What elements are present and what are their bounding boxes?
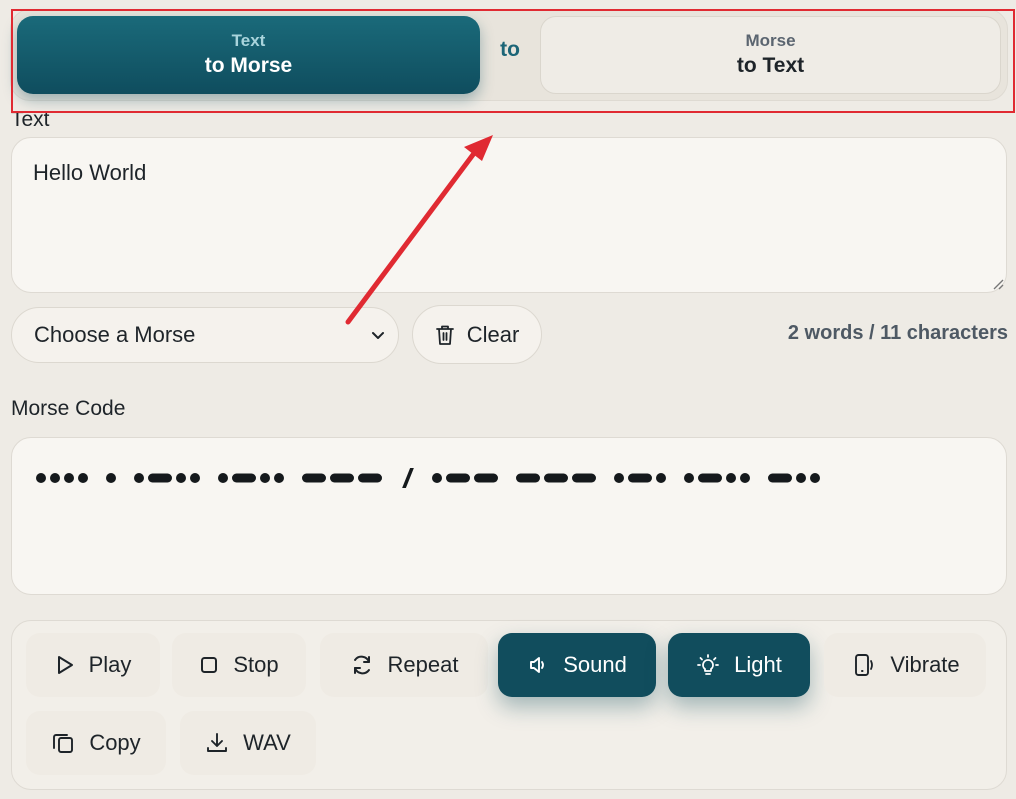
- morse-dash: [302, 473, 326, 483]
- vibrate-icon: [855, 654, 874, 676]
- chevron-down-icon: [372, 332, 384, 339]
- morse-dot: [36, 473, 46, 483]
- vibrate-toggle[interactable]: Vibrate: [824, 633, 986, 697]
- morse-dash: [516, 473, 540, 483]
- text-to-morse-big: to Morse: [204, 54, 293, 77]
- morse-dash: [358, 473, 382, 483]
- stop-icon: [201, 657, 218, 673]
- play-icon: [57, 656, 73, 674]
- mode-separator: to: [500, 38, 520, 61]
- sound-label: Sound: [563, 652, 627, 677]
- morse-to-text-small: Morse: [745, 31, 796, 50]
- morse-dash: [544, 473, 568, 483]
- morse-dot: [432, 473, 442, 483]
- wav-download-button[interactable]: WAV: [180, 711, 316, 775]
- morse-dash: [698, 473, 722, 483]
- morse-dot: [260, 473, 270, 483]
- morse-word-separator: [402, 468, 414, 488]
- text-input[interactable]: Hello World: [11, 137, 1007, 293]
- morse-dot: [50, 473, 60, 483]
- mode-switch: Text to Morse to Morse to Text: [10, 9, 1008, 101]
- repeat-button[interactable]: Repeat: [320, 633, 488, 697]
- morse-dash: [572, 473, 596, 483]
- text-label: Text: [11, 108, 50, 131]
- light-toggle[interactable]: Light: [668, 633, 810, 697]
- morse-dot: [190, 473, 200, 483]
- morse-dot: [656, 473, 666, 483]
- morse-dash: [768, 473, 792, 483]
- morse-dot: [64, 473, 74, 483]
- morse-output[interactable]: .... . .-.. .-.. --- / .-- --- .-. .-.. …: [11, 437, 1007, 595]
- wav-label: WAV: [243, 730, 291, 755]
- morse-dot: [218, 473, 228, 483]
- vibrate-label: Vibrate: [890, 652, 960, 677]
- morse-code-text: .... . .-.. .-.. --- / .-- --- .-. .-.. …: [34, 460, 47, 461]
- morse-dot: [740, 473, 750, 483]
- repeat-label: Repeat: [387, 652, 459, 677]
- morse-dot: [176, 473, 186, 483]
- morse-dot: [134, 473, 144, 483]
- text-to-morse-small: Text: [231, 31, 266, 50]
- morse-code-label: Morse Code: [11, 397, 126, 420]
- lightbulb-icon: [697, 654, 720, 675]
- clear-label: Clear: [466, 321, 520, 347]
- morse-dash: [148, 473, 172, 483]
- morse-dot: [78, 473, 88, 483]
- sound-toggle[interactable]: Sound: [498, 633, 656, 697]
- morse-dot: [726, 473, 736, 483]
- morse-dash: [474, 473, 498, 483]
- morse-dot: [274, 473, 284, 483]
- morse-code-glyphs: [36, 468, 820, 488]
- morse-type-select-value: Choose a Morse: [34, 322, 196, 347]
- morse-dot: [614, 473, 624, 483]
- resize-grip-icon[interactable]: [992, 278, 1004, 290]
- word-character-count: 2 words / 11 characters: [787, 322, 1008, 344]
- morse-dot: [106, 473, 116, 483]
- stop-button[interactable]: Stop: [172, 633, 306, 697]
- morse-dash: [628, 473, 652, 483]
- text-to-morse-button[interactable]: Text to Morse: [17, 16, 480, 94]
- morse-dot: [796, 473, 806, 483]
- repeat-icon: [353, 655, 370, 675]
- morse-to-text-button[interactable]: Morse to Text: [540, 16, 1001, 94]
- actions-panel: Play Stop Repeat Sound Light Vibrate Cop…: [11, 620, 1007, 790]
- stop-label: Stop: [233, 652, 279, 677]
- play-button[interactable]: Play: [26, 633, 160, 697]
- speaker-icon: [530, 657, 545, 673]
- download-icon: [207, 733, 228, 752]
- clear-button[interactable]: Clear: [412, 305, 542, 364]
- copy-label: Copy: [89, 730, 141, 755]
- light-label: Light: [734, 652, 782, 677]
- morse-dash: [446, 473, 470, 483]
- play-label: Play: [88, 652, 132, 677]
- copy-button[interactable]: Copy: [26, 711, 166, 775]
- morse-type-select[interactable]: Choose a Morse: [11, 307, 399, 363]
- morse-dot: [810, 473, 820, 483]
- morse-dot: [684, 473, 694, 483]
- copy-icon: [53, 734, 74, 753]
- morse-dash: [232, 473, 256, 483]
- morse-to-text-big: to Text: [736, 54, 805, 77]
- trash-icon: [435, 325, 454, 345]
- morse-dash: [330, 473, 354, 483]
